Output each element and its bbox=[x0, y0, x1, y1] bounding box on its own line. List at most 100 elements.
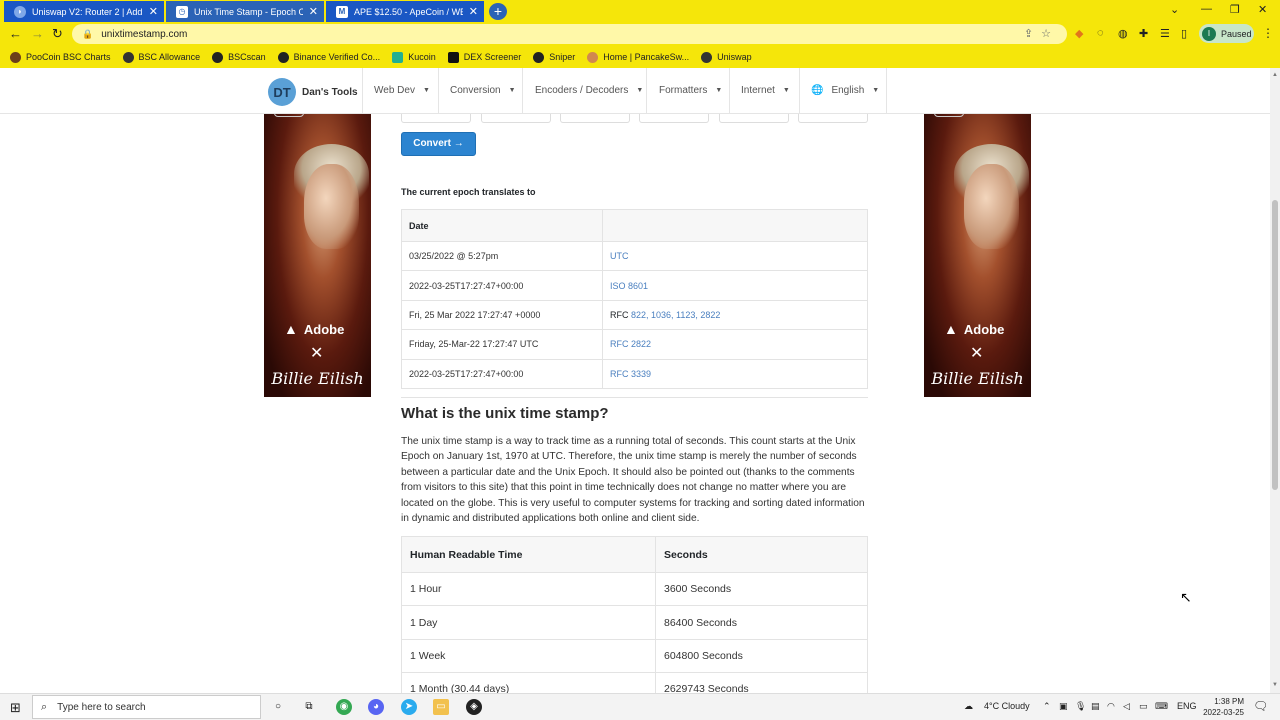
bookmark-kucoin[interactable]: Kucoin bbox=[392, 51, 436, 63]
file-explorer-icon[interactable]: ▭ bbox=[433, 699, 449, 715]
brand-link[interactable]: DT Dan's Tools bbox=[268, 78, 358, 106]
taskbar-search[interactable]: ⌕ Type here to search bbox=[32, 695, 261, 719]
taskbar: ⊞ ⌕ Type here to search ○ ⧉ ◉ ◕ ➤ ▭ ◈ ☁ … bbox=[0, 693, 1280, 720]
scroll-down-icon[interactable]: ▼ bbox=[1272, 682, 1278, 688]
ad-banner-left[interactable]: ▲ Adobe ✕ Billie Eilish bbox=[264, 114, 371, 397]
close-icon[interactable]: ✕ bbox=[469, 5, 478, 18]
table-row: 2022-03-25T17:27:47+00:00 RFC 3339 bbox=[401, 358, 868, 389]
tray-chevron-icon[interactable]: ⌃ bbox=[1043, 701, 1051, 712]
table-cell: 1 Day bbox=[401, 605, 656, 640]
bookmark-pancakeswap[interactable]: Home | PancakeSw... bbox=[587, 51, 689, 63]
language-indicator[interactable]: ENG bbox=[1177, 701, 1197, 711]
tab-unixtimestamp[interactable]: ◷ Unix Time Stamp - Epoch Conve ✕ bbox=[166, 1, 324, 22]
caret-down-icon: ▼ bbox=[872, 87, 880, 94]
logo: DT bbox=[268, 78, 296, 106]
scroll-up-icon[interactable]: ▲ bbox=[1272, 72, 1278, 78]
page-scrollbar[interactable]: ▲ ▼ bbox=[1270, 68, 1280, 693]
share-icon[interactable]: ⇪ bbox=[1024, 28, 1041, 40]
format-link[interactable]: ISO 8601 bbox=[610, 281, 648, 291]
tab-search-icon[interactable]: ⌄ bbox=[1170, 3, 1179, 16]
nav-language[interactable]: 🌐 English ▼ bbox=[811, 85, 879, 96]
keyboard-icon[interactable]: ⌨ bbox=[1155, 701, 1168, 712]
nav-formatters[interactable]: Formatters ▼ bbox=[659, 85, 722, 96]
bookmark-bsc-allowance[interactable]: BSC Allowance bbox=[122, 51, 200, 63]
extension-icon[interactable]: ◌ bbox=[1097, 27, 1104, 39]
format-link[interactable]: UTC bbox=[610, 251, 629, 261]
date-input[interactable] bbox=[560, 114, 630, 123]
discord-icon[interactable]: ◕ bbox=[368, 699, 384, 715]
bookmark-poocoin[interactable]: PooCoin BSC Charts bbox=[10, 51, 111, 63]
bookmark-dex-screener[interactable]: DEX Screener bbox=[447, 51, 521, 63]
close-icon[interactable]: ✕ bbox=[309, 5, 318, 18]
wifi-icon[interactable]: ◠ bbox=[1107, 701, 1115, 712]
back-icon[interactable]: ← bbox=[9, 26, 22, 41]
tab-title: Unix Time Stamp - Epoch Conve bbox=[194, 6, 303, 17]
date-value: Fri, 25 Mar 2022 17:27:47 +0000 bbox=[401, 299, 603, 331]
tab-apecoin[interactable]: M APE $12.50 - ApeCoin / WETH o ✕ bbox=[326, 1, 484, 22]
format-link[interactable]: 822, 1036, 1123, 2822 bbox=[631, 310, 720, 320]
close-icon[interactable]: ✕ bbox=[149, 5, 158, 18]
profile-button[interactable]: I Paused bbox=[1199, 24, 1254, 43]
ad-artist-name: Billie Eilish bbox=[931, 369, 1024, 388]
extensions-puzzle-icon[interactable]: ✚ bbox=[1139, 27, 1148, 40]
metamask-extension-icon[interactable]: ◆ bbox=[1075, 27, 1083, 40]
volume-icon[interactable]: ◁ bbox=[1123, 701, 1130, 712]
new-tab-button[interactable]: + bbox=[489, 3, 507, 20]
adobe-icon: ▲ bbox=[284, 321, 298, 337]
chrome-icon[interactable]: ◉ bbox=[336, 699, 352, 715]
caret-down-icon: ▼ bbox=[782, 87, 790, 94]
minimize-icon[interactable]: — bbox=[1201, 3, 1212, 15]
tray-app-icon[interactable]: ▤ bbox=[1091, 701, 1100, 712]
tray-app-icon[interactable]: ▣ bbox=[1059, 701, 1068, 712]
convert-button[interactable]: Convert → bbox=[401, 132, 476, 156]
battery-icon[interactable]: ▭ bbox=[1139, 701, 1148, 712]
weather-icon[interactable]: ☁ bbox=[964, 701, 973, 712]
reload-icon[interactable]: ↻ bbox=[52, 26, 63, 42]
window-close-icon[interactable]: ✕ bbox=[1258, 3, 1267, 16]
microphone-icon[interactable]: 🎙 bbox=[1075, 701, 1086, 712]
date-input[interactable] bbox=[719, 114, 789, 123]
table-cell: 1 Week bbox=[401, 638, 656, 674]
clock[interactable]: 1:38 PM 2022-03-25 bbox=[1196, 696, 1244, 718]
telegram-icon[interactable]: ➤ bbox=[401, 699, 417, 715]
bookmark-uniswap[interactable]: Uniswap bbox=[701, 51, 752, 63]
ad-banner-right[interactable]: ▲ Adobe ✕ Billie Eilish bbox=[924, 114, 1031, 397]
nav-conversion[interactable]: Conversion ▼ bbox=[450, 85, 516, 96]
sniper-icon bbox=[533, 51, 545, 63]
cortana-icon[interactable]: ○ bbox=[270, 699, 286, 715]
nav-web-dev[interactable]: Web Dev ▼ bbox=[374, 85, 430, 96]
divider bbox=[401, 397, 868, 398]
date-input[interactable] bbox=[481, 114, 551, 123]
date-input[interactable] bbox=[639, 114, 709, 123]
bookmark-star-icon[interactable]: ☆ bbox=[1041, 28, 1059, 40]
extension-icon[interactable]: ◍ bbox=[1118, 27, 1128, 40]
restore-icon[interactable]: ❐ bbox=[1230, 3, 1240, 16]
task-view-icon[interactable]: ⧉ bbox=[301, 699, 317, 715]
clock-time: 1:38 PM bbox=[1214, 697, 1244, 706]
date-input[interactable] bbox=[401, 114, 471, 123]
weather-text[interactable]: 4°C Cloudy bbox=[984, 701, 1030, 711]
menu-icon[interactable]: ⋮ bbox=[1262, 26, 1274, 40]
bookmark-bscscan[interactable]: BSCscan bbox=[212, 51, 266, 63]
forward-icon[interactable]: → bbox=[31, 26, 44, 41]
date-inputs-row bbox=[401, 114, 868, 123]
tab-uniswap[interactable]: ◗ Uniswap V2: Router 2 | Address 0 ✕ bbox=[4, 1, 164, 22]
notifications-icon[interactable]: 🗨 bbox=[1253, 699, 1268, 713]
address-bar[interactable]: 🔒 unixtimestamp.com ⇪☆ bbox=[72, 24, 1067, 44]
nav-internet[interactable]: Internet ▼ bbox=[741, 85, 790, 96]
profile-status: Paused bbox=[1221, 28, 1252, 39]
side-panel-icon[interactable]: ▯ bbox=[1181, 27, 1187, 40]
search-placeholder: Type here to search bbox=[57, 701, 146, 713]
brand-name: Dan's Tools bbox=[302, 86, 358, 98]
bookmark-binance-verified[interactable]: Binance Verified Co... bbox=[277, 51, 380, 63]
table-cell: 1 Hour bbox=[401, 571, 656, 607]
format-link[interactable]: RFC 3339 bbox=[610, 369, 651, 379]
app-icon[interactable]: ◈ bbox=[466, 699, 482, 715]
date-input[interactable] bbox=[798, 114, 868, 123]
reading-list-icon[interactable]: ☰ bbox=[1160, 27, 1170, 40]
scrollbar-thumb[interactable] bbox=[1272, 200, 1278, 490]
format-link[interactable]: RFC 2822 bbox=[610, 339, 651, 349]
bookmark-sniper[interactable]: Sniper bbox=[533, 51, 575, 63]
windows-start-icon[interactable]: ⊞ bbox=[10, 700, 21, 716]
nav-encoders-decoders[interactable]: Encoders / Decoders ▼ bbox=[535, 85, 643, 96]
